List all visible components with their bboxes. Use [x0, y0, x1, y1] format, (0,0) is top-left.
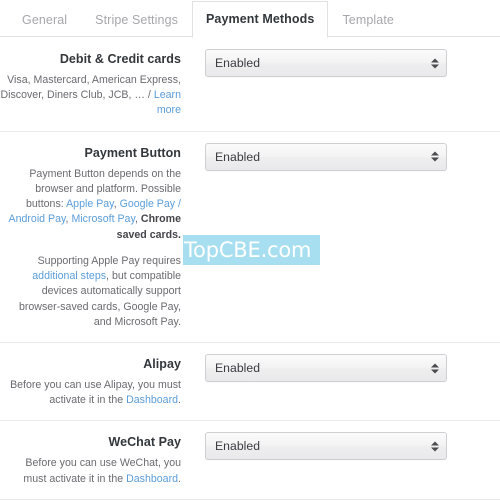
select-value: Enabled: [215, 55, 261, 70]
tab-general[interactable]: General: [8, 3, 81, 38]
desc-text: .: [178, 472, 181, 485]
payment-methods-rows: Debit & Credit cards Visa, Mastercard, Am…: [0, 37, 500, 500]
row-title: Payment Button: [84, 145, 181, 160]
link-dashboard[interactable]: Dashboard: [126, 473, 178, 485]
description-paragraph: Payment Button depends on the browser an…: [0, 167, 181, 243]
settings-row-debit-credit-cards: Debit & Credit cards Visa, Mastercard, Am…: [0, 37, 500, 131]
updown-arrows-icon: [430, 439, 439, 454]
row-field-column: Enabled: [181, 37, 500, 77]
row-label-column: Alipay Before you can use Alipay, you mus…: [0, 342, 181, 420]
row-field-column: Enabled: [181, 131, 500, 171]
updown-arrows-icon: [430, 361, 439, 376]
select-wechat-pay[interactable]: Enabled: [205, 432, 447, 461]
row-label-column: Payment Button Payment Button depends on …: [0, 131, 181, 342]
row-description: Visa, Mastercard, American Express, Disc…: [0, 73, 181, 119]
row-field-column: Enabled: [181, 420, 500, 461]
link-apple-pay[interactable]: Apple Pay: [66, 198, 114, 210]
settings-row-wechat-pay: WeChat Pay Before you can use WeChat, you…: [0, 420, 500, 499]
tab-stripe-settings[interactable]: Stripe Settings: [81, 3, 192, 38]
settings-tab-bar: General Stripe Settings Payment Methods Tem…: [0, 0, 500, 38]
link-dashboard[interactable]: Dashboard: [126, 394, 178, 406]
desc-text: Supporting Apple Pay requires: [37, 254, 181, 267]
row-description: Before you can use Alipay, you must acti…: [0, 378, 181, 409]
link-additional-steps[interactable]: additional steps: [32, 270, 106, 282]
row-title: Debit & Credit cards: [59, 52, 181, 66]
tab-payment-methods[interactable]: Payment Methods: [191, 0, 329, 38]
row-field-column: Enabled: [181, 342, 500, 382]
settings-row-alipay: Alipay Before you can use Alipay, you mus…: [0, 342, 500, 421]
description-paragraph: Supporting Apple Pay requires additional…: [0, 254, 181, 330]
updown-arrows-icon: [430, 149, 439, 164]
select-value: Enabled: [215, 149, 261, 164]
row-title: Alipay: [143, 357, 181, 371]
desc-text: .: [178, 394, 181, 407]
row-description: Payment Button depends on the browser an…: [0, 167, 181, 331]
select-alipay[interactable]: Enabled: [205, 354, 447, 382]
select-value: Enabled: [215, 360, 261, 375]
select-payment-button[interactable]: Enabled: [205, 142, 447, 171]
link-learn-more[interactable]: Learn more: [154, 89, 181, 116]
settings-row-payment-button: Payment Button Payment Button depends on …: [0, 130, 500, 342]
link-microsoft-pay[interactable]: Microsoft Pay: [71, 213, 135, 225]
updown-arrows-icon: [430, 56, 439, 71]
tab-template[interactable]: Template: [328, 3, 408, 38]
payment-methods-settings-page: General Stripe Settings Payment Methods Tem…: [0, 0, 500, 500]
select-debit-credit-cards[interactable]: Enabled: [205, 49, 447, 77]
select-value: Enabled: [215, 439, 261, 454]
row-description: Before you can use WeChat, you must acti…: [0, 456, 181, 487]
row-label-column: WeChat Pay Before you can use WeChat, you…: [0, 420, 181, 498]
row-title: WeChat Pay: [108, 435, 181, 450]
row-label-column: Debit & Credit cards Visa, Mastercard, Am…: [0, 37, 181, 131]
